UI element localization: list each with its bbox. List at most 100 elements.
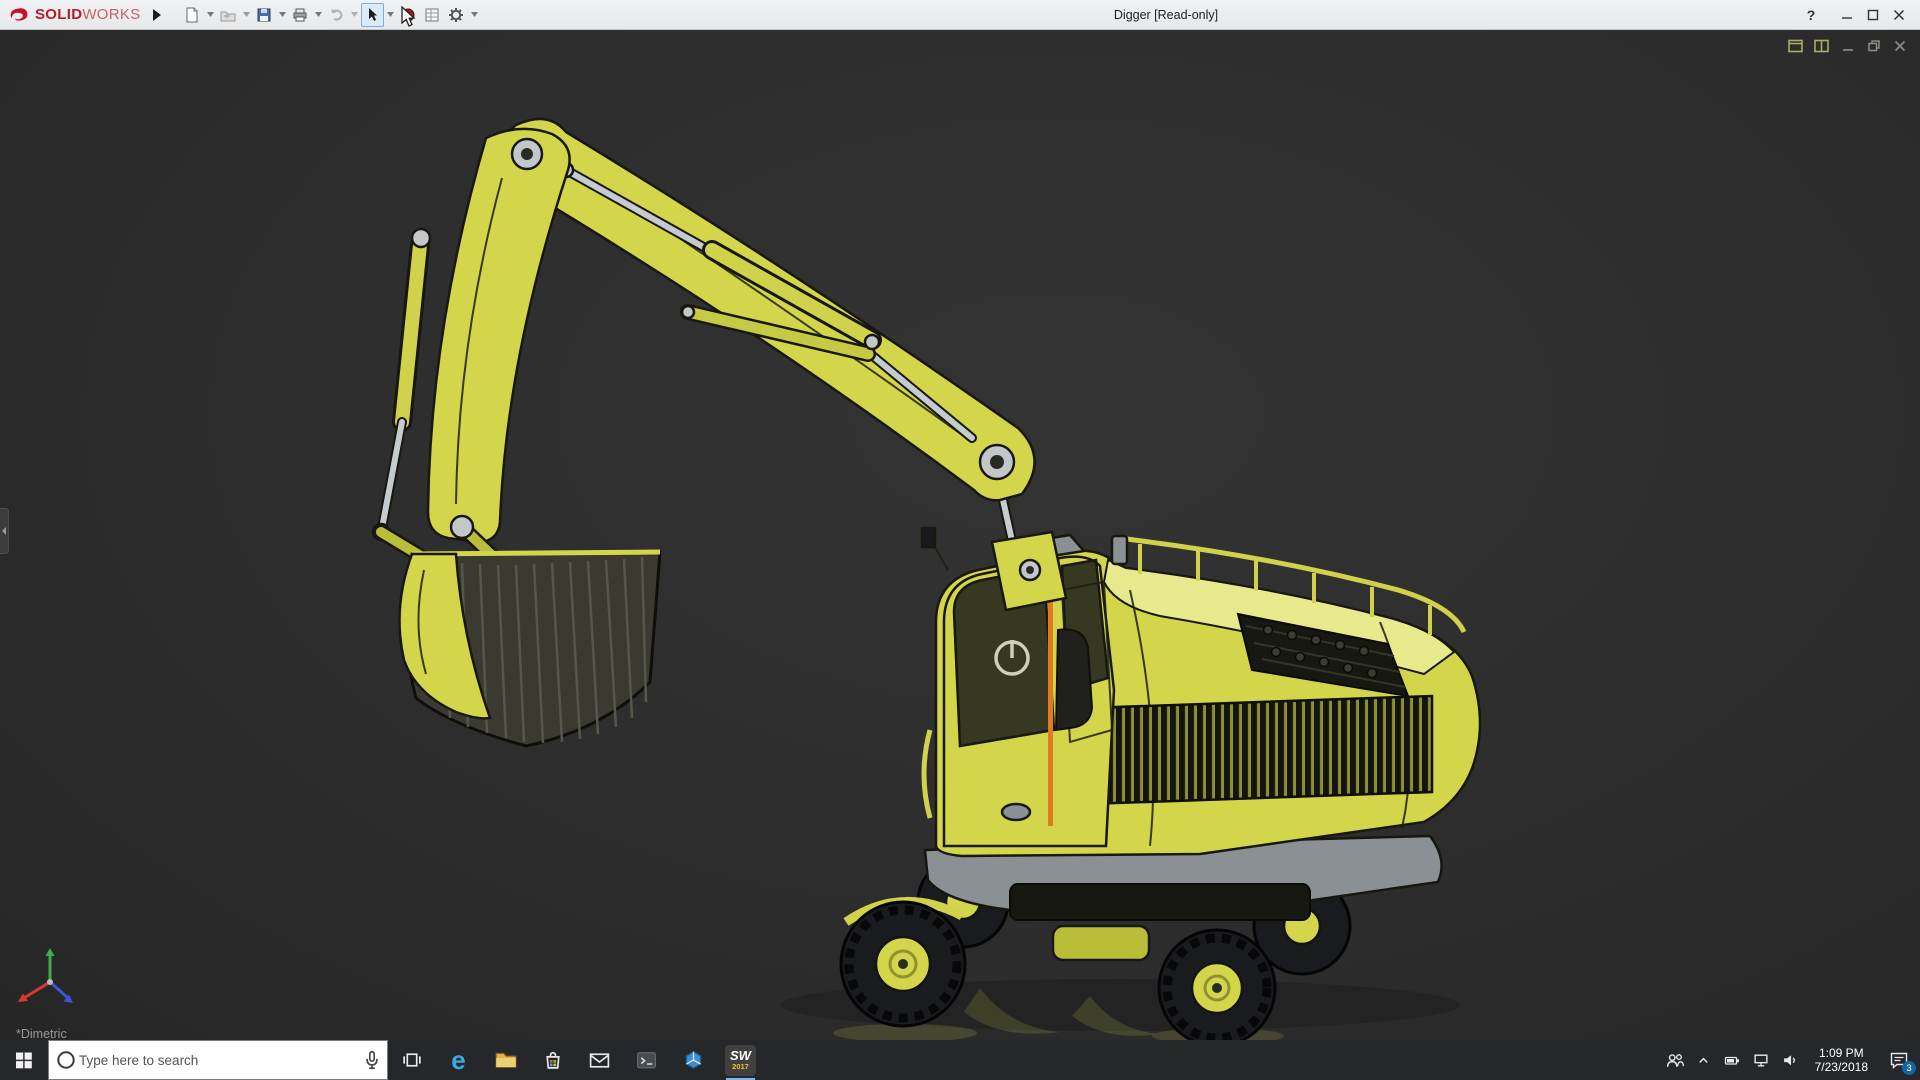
pane-split-left-icon[interactable] — [1787, 38, 1804, 53]
new-dropdown-arrow[interactable] — [205, 3, 216, 27]
store-button[interactable] — [529, 1040, 576, 1080]
pinned-apps: e SW 2017 — [388, 1040, 764, 1080]
brand-text: SOLIDWORKS — [35, 6, 141, 23]
save-icon — [257, 8, 271, 21]
operator-seat — [1054, 628, 1094, 732]
print-button[interactable] — [289, 3, 312, 27]
open-icon — [220, 11, 236, 21]
file-explorer-icon — [495, 1052, 516, 1068]
solidworks-2017-icon: SW 2017 — [725, 1044, 756, 1076]
print-dropdown-arrow[interactable] — [313, 3, 324, 27]
dassault-logo-icon — [10, 7, 28, 21]
people-icon — [1666, 1053, 1684, 1067]
graphics-area[interactable]: *Dimetric — [0, 30, 1920, 1040]
open-button[interactable] — [217, 3, 240, 27]
select-dropdown-arrow[interactable] — [385, 3, 396, 27]
close-button[interactable] — [1886, 0, 1912, 30]
maximize-icon — [1867, 9, 1879, 21]
options-button[interactable] — [445, 3, 468, 27]
console-window-icon — [637, 1052, 656, 1069]
brand-solid: SOLID — [35, 6, 83, 23]
notification-badge: 3 — [1902, 1061, 1916, 1075]
panel-collapse-tab[interactable] — [0, 508, 9, 554]
action-center-button[interactable]: 3 — [1878, 1040, 1920, 1080]
document-window-controls — [1787, 38, 1908, 53]
battery-button[interactable] — [1718, 1040, 1747, 1080]
chevron-up-icon — [1698, 1057, 1708, 1063]
task-view-icon — [402, 1053, 421, 1067]
tray-time: 1:09 PM — [1818, 1046, 1864, 1060]
tray-overflow-button[interactable] — [1689, 1040, 1718, 1080]
search-input[interactable] — [77, 1051, 361, 1069]
options-dropdown-arrow[interactable] — [469, 3, 480, 27]
start-button[interactable] — [0, 1040, 48, 1080]
select-tool-button[interactable] — [360, 2, 384, 27]
store-bag-icon — [545, 1051, 560, 1069]
appearance-icon — [401, 8, 415, 21]
save-button[interactable] — [253, 3, 276, 27]
volume-icon — [1784, 1055, 1796, 1066]
people-button[interactable] — [1660, 1040, 1689, 1080]
doc-restore-button[interactable] — [1865, 38, 1882, 53]
windows-taskbar: e — [0, 1040, 1920, 1080]
taskbar-clock[interactable]: 1:09 PM 7/23/2018 — [1805, 1046, 1878, 1074]
excavator-model[interactable] — [371, 117, 1482, 1040]
model-canvas[interactable] — [0, 30, 1920, 1040]
pane-split-right-icon[interactable] — [1813, 38, 1830, 53]
battery-icon — [1724, 1056, 1739, 1065]
doc-close-button[interactable] — [1891, 38, 1908, 53]
cortana-icon — [57, 1051, 75, 1069]
maximize-button[interactable] — [1860, 0, 1886, 30]
solidworks-logo: SOLIDWORKS — [0, 4, 147, 26]
open-dropdown-arrow[interactable] — [241, 3, 252, 27]
wing-mirror — [920, 526, 937, 549]
boom-mount[interactable] — [990, 530, 1068, 612]
window-controls: ? — [1798, 0, 1912, 30]
brand-works: WORKS — [82, 6, 141, 23]
view-orientation-label: *Dimetric — [16, 1027, 67, 1040]
windows-logo-icon — [16, 1052, 32, 1069]
cab-orange-pole — [1048, 590, 1053, 826]
file-explorer-button[interactable] — [482, 1040, 529, 1080]
mail-button[interactable] — [576, 1040, 623, 1080]
minimize-icon — [1842, 17, 1852, 19]
new-document-button[interactable] — [181, 3, 204, 27]
network-button[interactable] — [1747, 1040, 1776, 1080]
window-title: Digger [Read-only] — [1113, 8, 1219, 22]
close-icon — [1893, 9, 1905, 21]
properties-button[interactable] — [421, 3, 444, 27]
network-icon — [1754, 1054, 1768, 1067]
flyout-expand-icon[interactable] — [152, 8, 161, 21]
microphone-icon[interactable] — [361, 1049, 383, 1071]
doc-minimize-button[interactable] — [1839, 38, 1856, 53]
options-gear-icon — [449, 7, 464, 22]
save-dropdown-arrow[interactable] — [277, 3, 288, 27]
edge-icon: e — [451, 1045, 466, 1075]
boom-arm[interactable] — [491, 117, 1036, 555]
volume-button[interactable] — [1776, 1040, 1805, 1080]
system-tray: 1:09 PM 7/23/2018 3 — [1660, 1040, 1920, 1080]
tray-date: 7/23/2018 — [1814, 1060, 1868, 1074]
titlebar: SOLIDWORKS Digger [Read-only] ? — [0, 0, 1920, 30]
edge-button[interactable]: e — [435, 1040, 482, 1080]
quick-access-toolbar — [181, 2, 480, 27]
engine-louvres — [1100, 694, 1434, 805]
minimize-button[interactable] — [1834, 0, 1860, 30]
help-button[interactable]: ? — [1798, 0, 1824, 30]
mail-icon — [589, 1053, 610, 1068]
taskbar-search[interactable] — [48, 1040, 388, 1080]
stick-arm[interactable] — [371, 127, 571, 593]
bucket[interactable] — [398, 549, 662, 748]
orientation-triad — [18, 948, 73, 1003]
undo-button[interactable] — [325, 3, 348, 27]
solidworks-app-button[interactable]: SW 2017 — [717, 1040, 764, 1080]
select-arrow-icon — [369, 7, 378, 21]
edrawings-cube-icon — [685, 1050, 702, 1069]
edrawings-button[interactable] — [670, 1040, 717, 1080]
grab-rail — [921, 729, 933, 819]
task-view-button[interactable] — [388, 1040, 435, 1080]
undo-dropdown-arrow[interactable] — [349, 3, 360, 27]
headlight — [1000, 802, 1032, 822]
console-app-button[interactable] — [623, 1040, 670, 1080]
appearance-button[interactable] — [397, 3, 420, 27]
